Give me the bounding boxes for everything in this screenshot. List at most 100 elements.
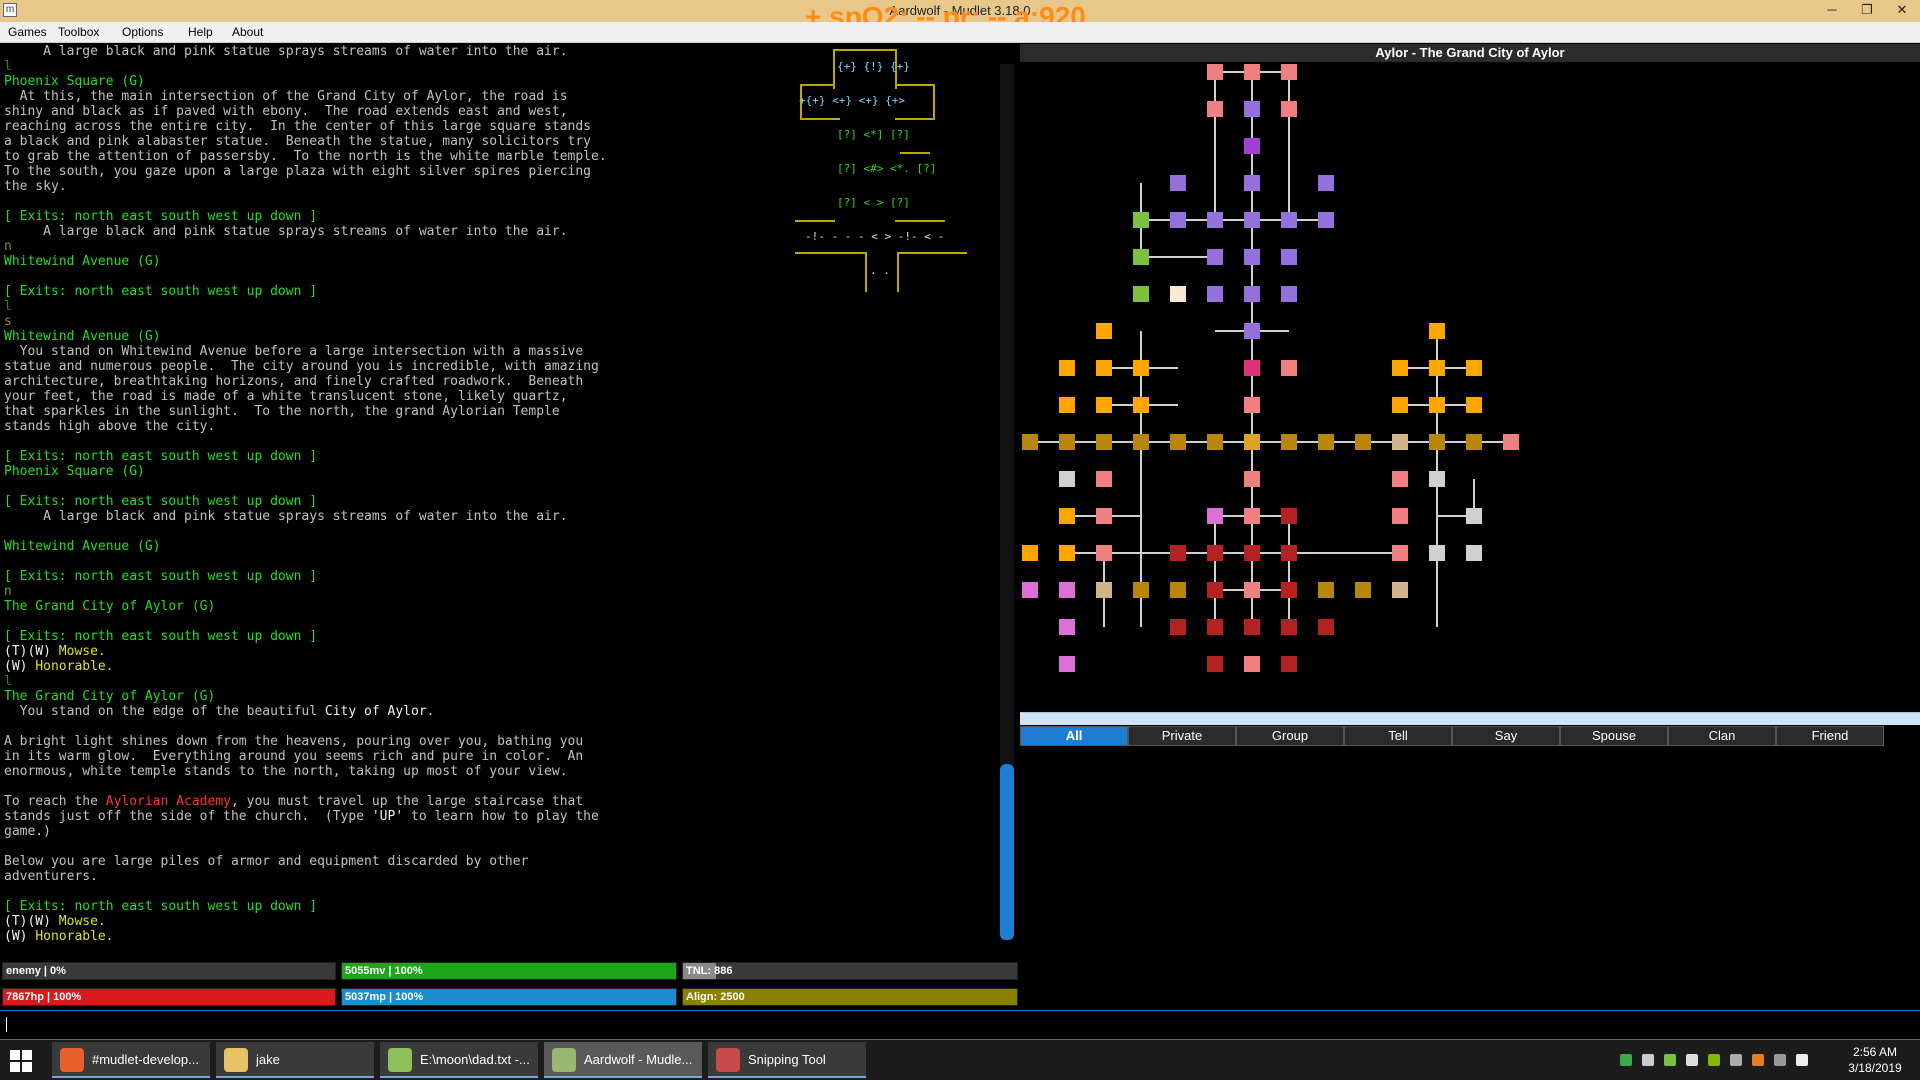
map-room[interactable]: [1059, 619, 1075, 635]
map-room[interactable]: [1207, 619, 1223, 635]
map-room[interactable]: [1281, 656, 1297, 672]
map-room[interactable]: [1429, 323, 1445, 339]
tray-drive-icon[interactable]: [1730, 1054, 1742, 1066]
map-room[interactable]: [1059, 656, 1075, 672]
map-room[interactable]: [1355, 582, 1371, 598]
minimize-button[interactable]: ─: [1815, 0, 1849, 22]
pane-splitter[interactable]: [1020, 712, 1920, 725]
map-room[interactable]: [1096, 471, 1112, 487]
map-room[interactable]: [1466, 397, 1482, 413]
taskbar-clock[interactable]: 2:56 AM 3/18/2019: [1840, 1044, 1910, 1076]
map-room[interactable]: [1059, 434, 1075, 450]
map-room[interactable]: [1392, 582, 1408, 598]
tab-spouse[interactable]: Spouse: [1560, 726, 1668, 746]
map-room[interactable]: [1281, 360, 1297, 376]
map-room[interactable]: [1096, 434, 1112, 450]
map-room[interactable]: [1281, 212, 1297, 228]
tab-group[interactable]: Group: [1236, 726, 1344, 746]
menu-about[interactable]: About: [232, 25, 263, 39]
map-room[interactable]: [1318, 175, 1334, 191]
map-room[interactable]: [1281, 434, 1297, 450]
map-room[interactable]: [1059, 471, 1075, 487]
map-room[interactable]: [1244, 360, 1260, 376]
map-room[interactable]: [1429, 434, 1445, 450]
map-room[interactable]: [1207, 656, 1223, 672]
map-room[interactable]: [1207, 101, 1223, 117]
map-room[interactable]: [1133, 249, 1149, 265]
mapper-view[interactable]: [1020, 62, 1920, 712]
menu-options[interactable]: Options: [122, 25, 163, 39]
map-room[interactable]: [1244, 656, 1260, 672]
tab-tell[interactable]: Tell: [1344, 726, 1452, 746]
tab-clan[interactable]: Clan: [1668, 726, 1776, 746]
map-room[interactable]: [1281, 64, 1297, 80]
close-button[interactable]: ✕: [1885, 0, 1919, 22]
menu-toolbox[interactable]: Toolbox: [58, 25, 99, 39]
map-room[interactable]: [1059, 582, 1075, 598]
tray-volume-icon[interactable]: [1686, 1054, 1698, 1066]
map-room[interactable]: [1466, 360, 1482, 376]
tab-say[interactable]: Say: [1452, 726, 1560, 746]
map-room[interactable]: [1281, 508, 1297, 524]
taskbar-item[interactable]: #mudlet-develop...: [52, 1042, 210, 1078]
map-room[interactable]: [1244, 508, 1260, 524]
map-room[interactable]: [1096, 545, 1112, 561]
map-room[interactable]: [1244, 323, 1260, 339]
map-room[interactable]: [1133, 286, 1149, 302]
console-scroll-thumb[interactable]: [1000, 764, 1014, 940]
map-room[interactable]: [1096, 508, 1112, 524]
map-room[interactable]: [1466, 434, 1482, 450]
tab-friend[interactable]: Friend: [1776, 726, 1884, 746]
map-room[interactable]: [1392, 360, 1408, 376]
map-room[interactable]: [1207, 64, 1223, 80]
tray-flag-icon[interactable]: [1796, 1054, 1808, 1066]
tray-network-icon[interactable]: [1642, 1054, 1654, 1066]
map-room[interactable]: [1170, 286, 1186, 302]
map-room[interactable]: [1281, 545, 1297, 561]
map-room[interactable]: [1244, 212, 1260, 228]
map-room[interactable]: [1170, 582, 1186, 598]
tray-nvidia-icon[interactable]: [1708, 1054, 1720, 1066]
map-room[interactable]: [1281, 619, 1297, 635]
map-room[interactable]: [1133, 582, 1149, 598]
title-bar[interactable]: m Aardwolf - Mudlet 3.18.0 + spO2: -- pr…: [0, 0, 1920, 32]
map-room[interactable]: [1244, 582, 1260, 598]
map-room[interactable]: [1207, 286, 1223, 302]
map-room[interactable]: [1392, 434, 1408, 450]
map-room[interactable]: [1244, 249, 1260, 265]
map-room[interactable]: [1429, 471, 1445, 487]
map-room[interactable]: [1022, 582, 1038, 598]
map-room[interactable]: [1133, 434, 1149, 450]
map-room[interactable]: [1244, 101, 1260, 117]
map-room[interactable]: [1207, 545, 1223, 561]
map-room[interactable]: [1059, 545, 1075, 561]
map-room[interactable]: [1503, 434, 1519, 450]
map-room[interactable]: [1318, 582, 1334, 598]
map-room[interactable]: [1096, 360, 1112, 376]
map-room[interactable]: [1244, 545, 1260, 561]
map-room[interactable]: [1207, 434, 1223, 450]
map-room[interactable]: [1281, 286, 1297, 302]
tray-firewall-icon[interactable]: [1752, 1054, 1764, 1066]
taskbar-item[interactable]: Snipping Tool: [708, 1042, 866, 1078]
map-room[interactable]: [1244, 175, 1260, 191]
map-room[interactable]: [1466, 508, 1482, 524]
map-room[interactable]: [1281, 249, 1297, 265]
map-room[interactable]: [1429, 397, 1445, 413]
map-room[interactable]: [1170, 545, 1186, 561]
taskbar-item[interactable]: E:\moon\dad.txt -...: [380, 1042, 538, 1078]
map-room[interactable]: [1096, 397, 1112, 413]
map-room[interactable]: [1170, 212, 1186, 228]
console-scrollbar[interactable]: [1000, 64, 1014, 940]
tray-status-icon[interactable]: [1620, 1054, 1632, 1066]
map-room[interactable]: [1355, 434, 1371, 450]
map-room[interactable]: [1133, 360, 1149, 376]
taskbar-item[interactable]: jake: [216, 1042, 374, 1078]
map-room[interactable]: [1429, 360, 1445, 376]
tray-keyboard-icon[interactable]: [1774, 1054, 1786, 1066]
map-room[interactable]: [1170, 434, 1186, 450]
map-room[interactable]: [1022, 545, 1038, 561]
map-room[interactable]: [1207, 212, 1223, 228]
map-room[interactable]: [1059, 397, 1075, 413]
map-room[interactable]: [1170, 175, 1186, 191]
